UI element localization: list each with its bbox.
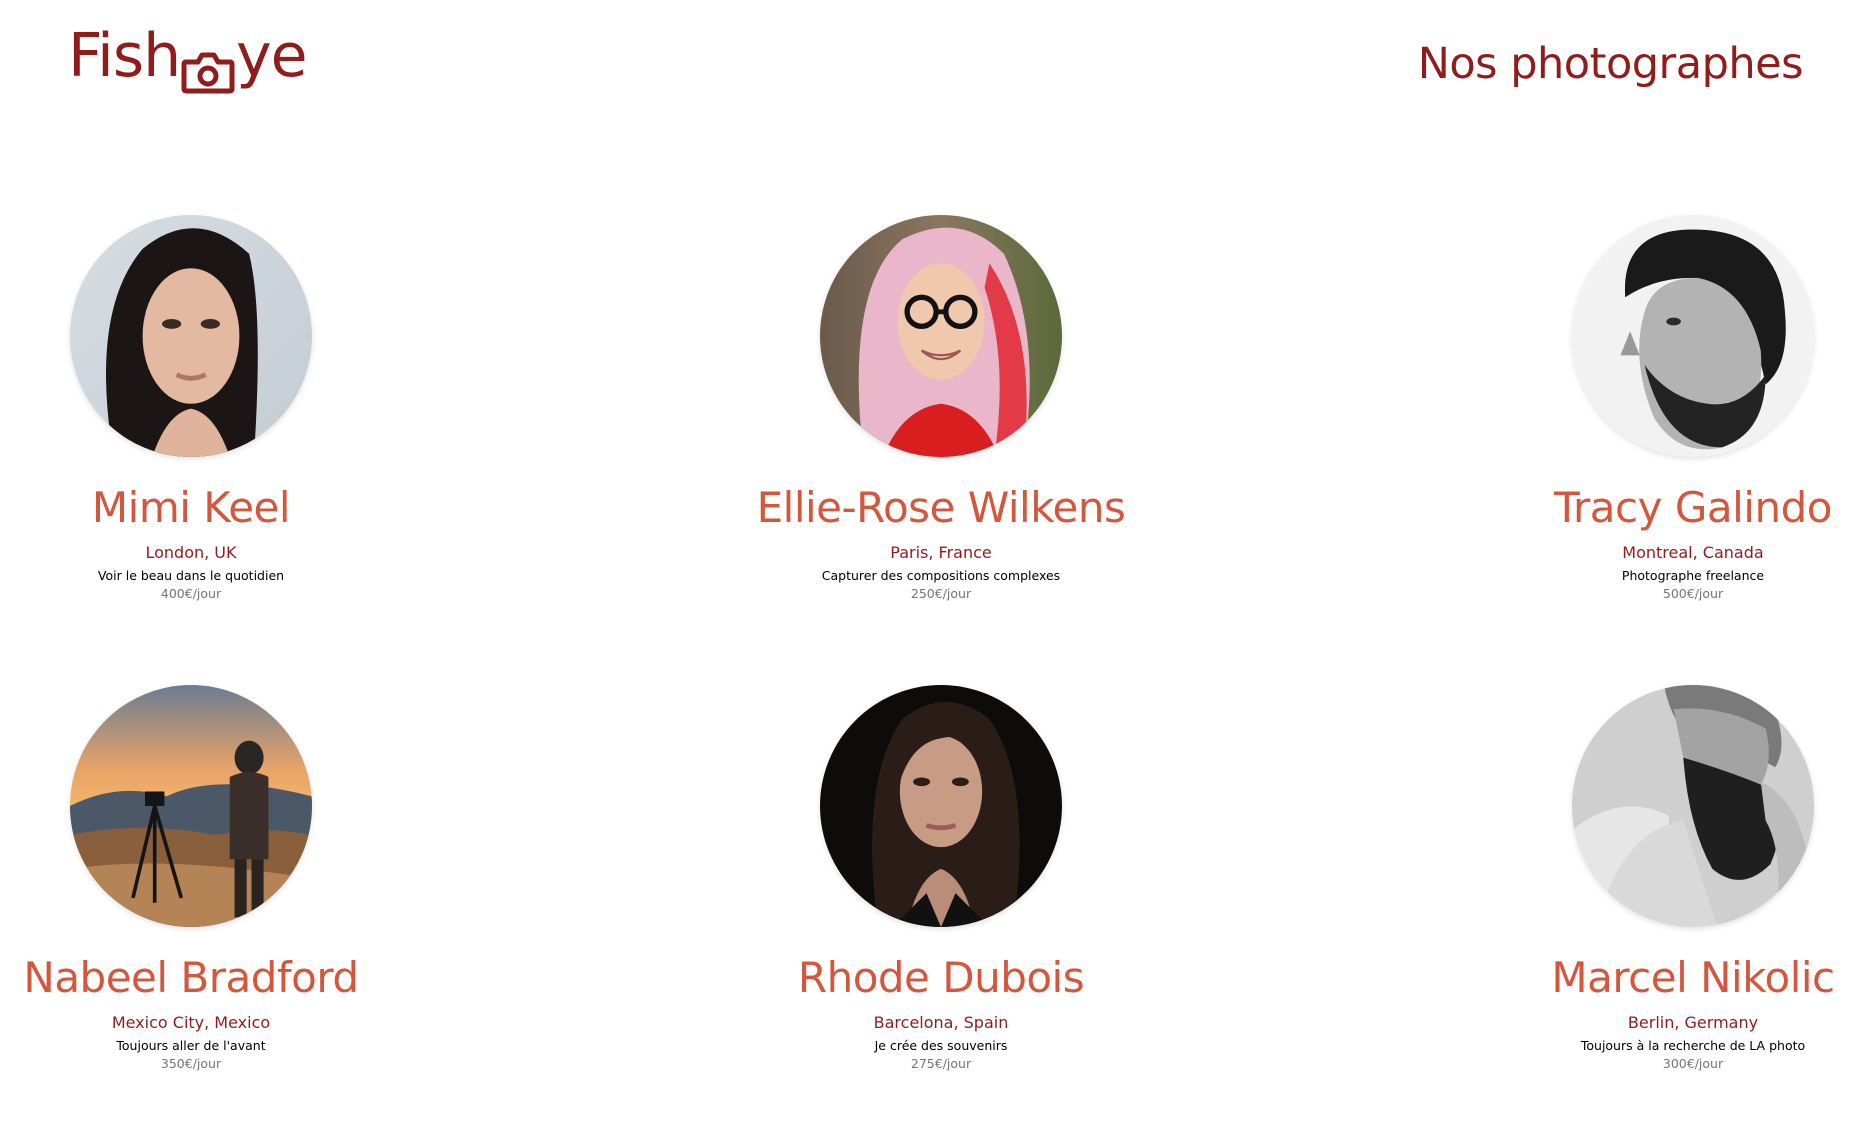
photographer-location: Barcelona, Spain <box>873 1013 1009 1032</box>
photographer-name: Tracy Galindo <box>1554 483 1832 532</box>
photographer-card-mimi-keel[interactable]: Mimi Keel London, UK Voir le beau dans l… <box>0 215 411 603</box>
portrait-photo[interactable] <box>820 215 1062 457</box>
photographer-card-nabeel-bradford[interactable]: Nabeel Bradford Mexico City, Mexico Touj… <box>0 685 411 1073</box>
photographer-name: Rhode Dubois <box>797 953 1085 1002</box>
photographer-name: Ellie-Rose Wilkens <box>756 483 1126 532</box>
portrait-photo[interactable] <box>70 215 312 457</box>
photographer-price: 400€/jour <box>160 586 222 601</box>
portrait-photo[interactable] <box>820 685 1062 927</box>
photographer-price: 250€/jour <box>910 586 972 601</box>
photographer-location: Montreal, Canada <box>1622 543 1764 562</box>
photographer-price: 350€/jour <box>160 1056 222 1071</box>
photographer-tagline: Toujours à la recherche de LA photo <box>1580 1038 1806 1053</box>
photographer-tagline: Voir le beau dans le quotidien <box>97 568 285 583</box>
photographers-page: Fish ye Nos photographes Mimi Keel Londo… <box>0 0 1858 1140</box>
photographer-card-ellie-rose-wilkens[interactable]: Ellie-Rose Wilkens Paris, France Capture… <box>721 215 1161 603</box>
photographer-name: Marcel Nikolic <box>1551 953 1835 1002</box>
photographer-price: 275€/jour <box>910 1056 972 1071</box>
photographer-card-marcel-nikolic[interactable]: Marcel Nikolic Berlin, Germany Toujours … <box>1473 685 1858 1073</box>
photographer-price: 300€/jour <box>1662 1056 1724 1071</box>
photographer-tagline: Je crée des souvenirs <box>874 1038 1008 1053</box>
portrait-photo[interactable] <box>70 685 312 927</box>
photographer-tagline: Toujours aller de l'avant <box>116 1038 266 1053</box>
photographer-name: Nabeel Bradford <box>23 953 359 1002</box>
photographer-tagline: Capturer des compositions complexes <box>821 568 1061 583</box>
portrait-photo[interactable] <box>1572 215 1814 457</box>
photographer-location: Paris, France <box>890 543 992 562</box>
photographers-grid: Mimi Keel London, UK Voir le beau dans l… <box>0 0 1858 1140</box>
photographer-location: Berlin, Germany <box>1627 1013 1759 1032</box>
photographer-location: London, UK <box>145 543 237 562</box>
photographer-name: Mimi Keel <box>91 483 291 532</box>
photographer-tagline: Photographe freelance <box>1621 568 1765 583</box>
portrait-photo[interactable] <box>1572 685 1814 927</box>
photographer-card-rhode-dubois[interactable]: Rhode Dubois Barcelona, Spain Je crée de… <box>721 685 1161 1073</box>
photographer-card-tracy-galindo[interactable]: Tracy Galindo Montreal, Canada Photograp… <box>1473 215 1858 603</box>
photographer-price: 500€/jour <box>1662 586 1724 601</box>
photographer-location: Mexico City, Mexico <box>111 1013 271 1032</box>
